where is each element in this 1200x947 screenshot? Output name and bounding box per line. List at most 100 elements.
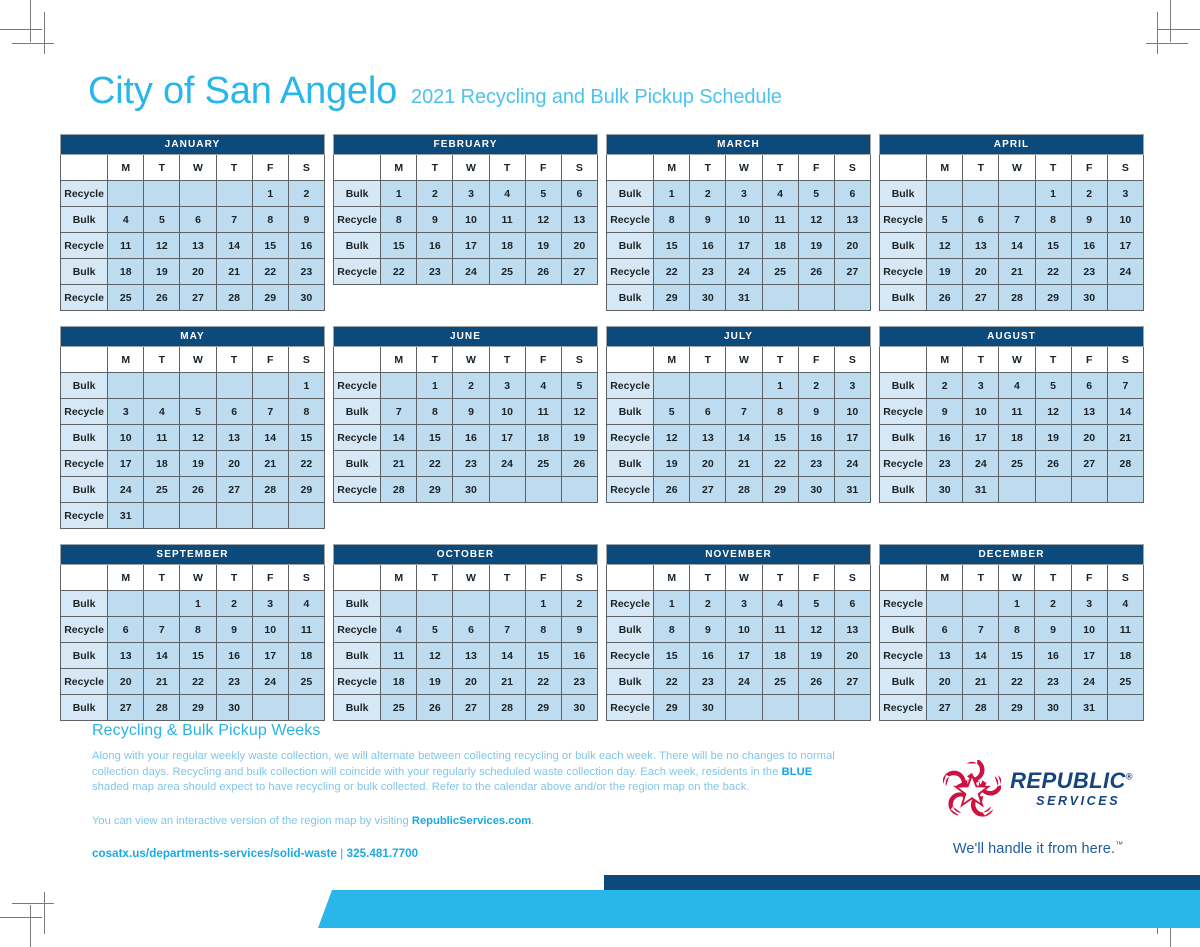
day-cell[interactable]: 2	[926, 372, 964, 399]
day-cell[interactable]: 2	[689, 590, 727, 617]
day-cell[interactable]: 22	[761, 450, 799, 477]
day-cell[interactable]: 27	[833, 668, 872, 695]
day-cell[interactable]: 10	[107, 424, 145, 451]
day-cell[interactable]: 13	[560, 206, 599, 233]
day-cell[interactable]	[215, 372, 253, 399]
day-cell[interactable]: 18	[524, 424, 562, 451]
day-cell[interactable]: 7	[998, 206, 1036, 233]
day-cell[interactable]: 18	[143, 450, 181, 477]
day-cell[interactable]	[797, 694, 835, 721]
day-cell[interactable]: 23	[416, 258, 454, 285]
day-cell[interactable]: 28	[725, 476, 763, 503]
day-cell[interactable]: 3	[725, 590, 763, 617]
day-cell[interactable]: 2	[215, 590, 253, 617]
day-cell[interactable]: 25	[761, 668, 799, 695]
day-cell[interactable]: 11	[143, 424, 181, 451]
day-cell[interactable]	[488, 590, 526, 617]
day-cell[interactable]: 7	[488, 616, 526, 643]
day-cell[interactable]: 3	[452, 180, 490, 207]
day-cell[interactable]: 6	[1070, 372, 1108, 399]
day-cell[interactable]: 4	[488, 180, 526, 207]
day-cell[interactable]: 13	[179, 232, 217, 259]
day-cell[interactable]: 23	[452, 450, 490, 477]
day-cell[interactable]: 4	[1106, 590, 1145, 617]
day-cell[interactable]: 5	[653, 398, 691, 425]
day-cell[interactable]: 8	[998, 616, 1036, 643]
day-cell[interactable]: 18	[761, 642, 799, 669]
day-cell[interactable]: 10	[488, 398, 526, 425]
day-cell[interactable]: 10	[1106, 206, 1145, 233]
day-cell[interactable]: 22	[251, 258, 289, 285]
day-cell[interactable]: 25	[287, 668, 326, 695]
day-cell[interactable]: 10	[251, 616, 289, 643]
day-cell[interactable]: 12	[797, 206, 835, 233]
day-cell[interactable]: 6	[452, 616, 490, 643]
day-cell[interactable]	[380, 372, 418, 399]
day-cell[interactable]: 30	[215, 694, 253, 721]
day-cell[interactable]: 5	[797, 180, 835, 207]
day-cell[interactable]: 9	[416, 206, 454, 233]
day-cell[interactable]	[560, 476, 599, 503]
day-cell[interactable]	[287, 502, 326, 529]
day-cell[interactable]	[1070, 476, 1108, 503]
day-cell[interactable]: 19	[143, 258, 181, 285]
day-cell[interactable]: 3	[488, 372, 526, 399]
day-cell[interactable]: 29	[179, 694, 217, 721]
day-cell[interactable]: 4	[380, 616, 418, 643]
day-cell[interactable]: 20	[926, 668, 964, 695]
day-cell[interactable]	[251, 502, 289, 529]
day-cell[interactable]	[179, 372, 217, 399]
day-cell[interactable]: 24	[488, 450, 526, 477]
day-cell[interactable]: 27	[689, 476, 727, 503]
day-cell[interactable]: 18	[1106, 642, 1145, 669]
day-cell[interactable]: 24	[725, 668, 763, 695]
day-cell[interactable]	[215, 502, 253, 529]
day-cell[interactable]: 17	[725, 232, 763, 259]
day-cell[interactable]: 19	[926, 258, 964, 285]
day-cell[interactable]: 4	[287, 590, 326, 617]
day-cell[interactable]	[962, 590, 1000, 617]
day-cell[interactable]	[179, 502, 217, 529]
day-cell[interactable]: 29	[653, 694, 691, 721]
day-cell[interactable]	[452, 590, 490, 617]
day-cell[interactable]: 22	[380, 258, 418, 285]
day-cell[interactable]: 6	[962, 206, 1000, 233]
day-cell[interactable]: 26	[797, 258, 835, 285]
day-cell[interactable]: 7	[725, 398, 763, 425]
day-cell[interactable]: 9	[689, 206, 727, 233]
day-cell[interactable]: 15	[179, 642, 217, 669]
day-cell[interactable]: 2	[287, 180, 326, 207]
day-cell[interactable]: 22	[653, 668, 691, 695]
day-cell[interactable]: 29	[1034, 284, 1072, 311]
day-cell[interactable]: 10	[452, 206, 490, 233]
day-cell[interactable]: 16	[560, 642, 599, 669]
day-cell[interactable]: 11	[761, 206, 799, 233]
day-cell[interactable]: 6	[179, 206, 217, 233]
day-cell[interactable]: 25	[1106, 668, 1145, 695]
day-cell[interactable]: 23	[926, 450, 964, 477]
day-cell[interactable]: 30	[1034, 694, 1072, 721]
day-cell[interactable]	[416, 590, 454, 617]
day-cell[interactable]: 14	[998, 232, 1036, 259]
day-cell[interactable]	[179, 180, 217, 207]
day-cell[interactable]: 15	[998, 642, 1036, 669]
day-cell[interactable]: 8	[380, 206, 418, 233]
day-cell[interactable]: 7	[215, 206, 253, 233]
day-cell[interactable]	[488, 476, 526, 503]
day-cell[interactable]: 21	[251, 450, 289, 477]
day-cell[interactable]: 20	[179, 258, 217, 285]
day-cell[interactable]	[998, 180, 1036, 207]
day-cell[interactable]: 5	[1034, 372, 1072, 399]
day-cell[interactable]: 1	[653, 590, 691, 617]
day-cell[interactable]: 21	[1106, 424, 1145, 451]
day-cell[interactable]: 27	[926, 694, 964, 721]
day-cell[interactable]: 14	[380, 424, 418, 451]
day-cell[interactable]: 9	[452, 398, 490, 425]
day-cell[interactable]: 21	[215, 258, 253, 285]
day-cell[interactable]	[926, 590, 964, 617]
day-cell[interactable]: 2	[689, 180, 727, 207]
day-cell[interactable]: 15	[653, 642, 691, 669]
day-cell[interactable]	[1106, 476, 1145, 503]
day-cell[interactable]	[998, 476, 1036, 503]
day-cell[interactable]: 26	[143, 284, 181, 311]
